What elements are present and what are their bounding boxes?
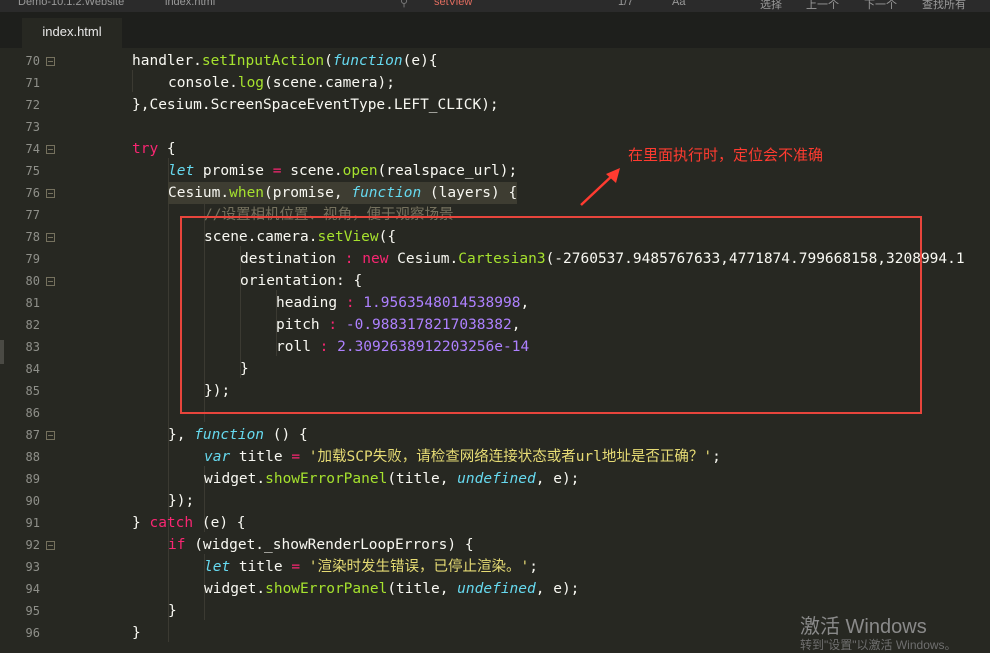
code-line-89: widget.showErrorPanel(title, undefined, …	[204, 471, 580, 487]
code-line-76: Cesium.when(promise, function (layers) {	[168, 182, 518, 204]
code-line-72: },Cesium.ScreenSpaceEventType.LEFT_CLICK…	[132, 97, 499, 113]
code-line-70: handler.setInputAction(function(e){	[132, 53, 438, 69]
line-gutter: 70 71 72 73 74 75 76 77 78 79 80 81 82 83 84 85 86 87 88 89…	[0, 48, 90, 644]
activation-watermark: 激活 Windows	[800, 616, 927, 638]
select-button[interactable]: 选择	[760, 0, 782, 12]
line-number: 73	[25, 120, 40, 134]
indent-guide	[168, 158, 169, 642]
line-number: 85	[25, 384, 40, 398]
tab-bar: index.html	[0, 12, 990, 48]
code-line-96: }	[132, 625, 141, 641]
line-number: 83	[25, 340, 40, 354]
line-number: 90	[25, 494, 40, 508]
line-number: 74	[25, 142, 40, 156]
line-number: 84	[25, 362, 40, 376]
line-number: 87	[25, 428, 40, 442]
line-number: 82	[25, 318, 40, 332]
code-line-94: widget.showErrorPanel(title, undefined, …	[204, 581, 580, 597]
code-line-88: var title = '加载SCP失败，请检查网络连接状态或者url地址是否正…	[204, 449, 721, 465]
code-line-75: let promise = scene.open(realspace_url);	[168, 163, 518, 179]
fold-toggle-icon[interactable]	[46, 233, 55, 242]
line-number: 93	[25, 560, 40, 574]
file-title: index.html	[165, 0, 216, 8]
line-number: 89	[25, 472, 40, 486]
code-line-87: }, function () {	[168, 427, 308, 443]
line-number: 88	[25, 450, 40, 464]
code-line-71: console.log(scene.camera);	[168, 75, 395, 91]
annotation-arrow-icon	[580, 168, 620, 206]
case-toggle[interactable]: Aa	[672, 0, 685, 8]
whole-word-toggle[interactable]: ""	[700, 0, 708, 8]
fold-toggle-icon[interactable]	[46, 57, 55, 66]
fold-toggle-icon[interactable]	[46, 145, 55, 154]
line-number: 71	[25, 76, 40, 90]
activation-watermark-sub: 转到"设置"以激活 Windows。	[800, 638, 957, 652]
fold-toggle-icon[interactable]	[46, 541, 55, 550]
top-bar: Demo-10.1.2.Website index.html ⚲ setView…	[0, 0, 990, 12]
line-number: 95	[25, 604, 40, 618]
line-number: 76	[25, 186, 40, 200]
line-number: 94	[25, 582, 40, 596]
search-input[interactable]: setView	[434, 0, 472, 8]
code-line-93: let title = '渲染时发生错误，已停止渲染。';	[204, 559, 538, 575]
fold-toggle-icon[interactable]	[46, 431, 55, 440]
code-line-95: }	[168, 603, 177, 619]
line-number: 91	[25, 516, 40, 530]
line-number: 75	[25, 164, 40, 178]
line-number: 96	[25, 626, 40, 640]
line-number: 80	[25, 274, 40, 288]
highlight-box	[180, 216, 922, 414]
tab-index-html[interactable]: index.html	[22, 18, 122, 48]
code-line-90: });	[168, 493, 195, 509]
line-number: 78	[25, 230, 40, 244]
next-button[interactable]: 下一个	[864, 0, 897, 12]
search-icon: ⚲	[400, 0, 409, 9]
code-line-74: try {	[132, 141, 176, 157]
code-line-92: if (widget._showRenderLoopErrors) {	[168, 537, 474, 553]
line-number: 86	[25, 406, 40, 420]
line-number: 70	[25, 54, 40, 68]
annotation-text: 在里面执行时，定位会不准确	[628, 147, 824, 164]
fold-toggle-icon[interactable]	[46, 189, 55, 198]
line-number: 92	[25, 538, 40, 552]
code-line-91: } catch (e) {	[132, 515, 246, 531]
tab-label: index.html	[42, 24, 102, 39]
find-all-button[interactable]: 查找所有	[922, 0, 966, 12]
project-title: Demo-10.1.2.Website	[18, 0, 125, 8]
fold-toggle-icon[interactable]	[46, 277, 55, 286]
line-number: 72	[25, 98, 40, 112]
indent-guide	[132, 70, 133, 92]
line-number: 81	[25, 296, 40, 310]
line-number: 79	[25, 252, 40, 266]
prev-button[interactable]: 上一个	[806, 0, 839, 12]
match-count: 1/7	[618, 0, 634, 8]
line-number: 77	[25, 208, 40, 222]
